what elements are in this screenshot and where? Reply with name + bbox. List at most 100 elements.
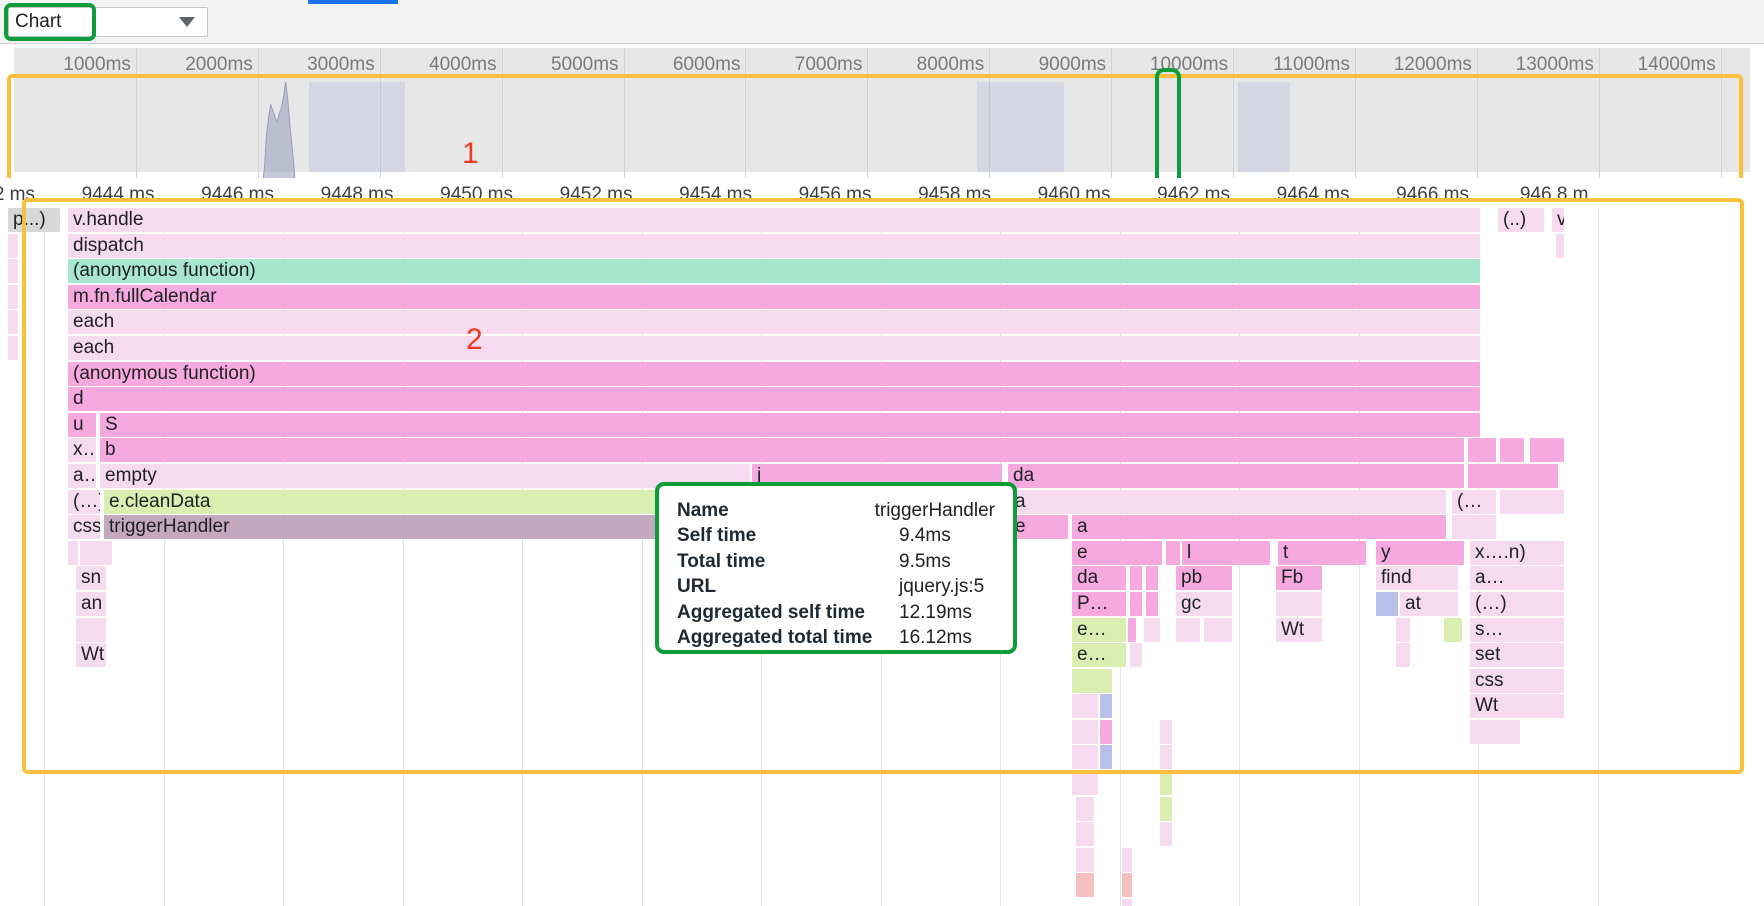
flame-bar[interactable] <box>1176 617 1200 642</box>
flame-bar[interactable] <box>1130 591 1142 616</box>
flame-bar[interactable]: an <box>76 591 106 616</box>
flame-bar[interactable] <box>1204 617 1232 642</box>
flame-bar[interactable]: Fb <box>1276 566 1322 591</box>
flame-bar[interactable] <box>1122 899 1132 906</box>
flame-bar[interactable] <box>1072 668 1112 693</box>
flame-bar[interactable] <box>1146 591 1158 616</box>
flame-bar[interactable]: S <box>100 412 1480 437</box>
flame-bar[interactable] <box>1072 694 1098 719</box>
flame-bar[interactable]: find <box>1376 566 1458 591</box>
flame-bar[interactable] <box>1160 771 1172 796</box>
flame-bar[interactable]: v <box>1552 208 1564 232</box>
flame-bar[interactable] <box>1468 438 1496 463</box>
flame-bar[interactable]: l <box>1182 540 1270 565</box>
flame-bar[interactable]: P… <box>1072 591 1126 616</box>
flame-bar[interactable]: Wt <box>1470 694 1564 719</box>
flame-bar[interactable]: dispatch <box>68 233 1480 258</box>
flame-bar[interactable] <box>80 540 112 565</box>
flame-bar[interactable] <box>8 310 18 335</box>
flame-bar[interactable]: da <box>1072 566 1126 591</box>
flame-bar[interactable] <box>1160 822 1172 847</box>
flame-bar[interactable]: (… <box>1452 489 1496 514</box>
flame-bar[interactable]: css <box>68 515 100 540</box>
flame-bar[interactable]: a… <box>68 463 96 488</box>
flame-bar[interactable] <box>1500 489 1564 514</box>
flame-bar[interactable]: each <box>68 310 1480 335</box>
flame-bar[interactable] <box>1166 540 1180 565</box>
flame-bar[interactable] <box>1100 694 1112 719</box>
flame-bar[interactable] <box>1100 719 1112 744</box>
flame-bar[interactable]: x… <box>68 438 96 463</box>
flame-bar[interactable]: sn <box>76 566 106 591</box>
flame-bar[interactable] <box>1396 643 1410 668</box>
flame-bar[interactable]: pb <box>1176 566 1232 591</box>
flame-bar[interactable] <box>1468 463 1558 488</box>
flame-bar[interactable]: a <box>1010 489 1446 514</box>
flame-bar[interactable]: p...) <box>8 208 60 232</box>
flame-bar[interactable] <box>8 284 18 309</box>
flame-bar[interactable]: e <box>1010 515 1068 540</box>
flame-bar[interactable]: Wt <box>1276 617 1322 642</box>
flame-bar[interactable] <box>1072 771 1098 796</box>
flame-bar[interactable]: each <box>68 335 1480 360</box>
flame-bar[interactable]: t <box>1278 540 1366 565</box>
flame-bar[interactable] <box>1122 873 1132 898</box>
chevron-down-icon[interactable] <box>179 17 195 27</box>
flame-bar[interactable]: (…) <box>1470 591 1564 616</box>
flame-bar[interactable] <box>1160 796 1172 821</box>
flame-bar[interactable] <box>8 259 18 284</box>
flame-bar[interactable]: e… <box>1072 643 1126 668</box>
flame-bar[interactable]: y <box>1376 540 1464 565</box>
flame-bar[interactable] <box>1276 591 1322 616</box>
flame-bar[interactable] <box>1160 745 1172 770</box>
flame-bar[interactable] <box>1160 719 1172 744</box>
flame-bar[interactable]: css <box>1470 668 1564 693</box>
flame-bar[interactable]: Wt <box>76 643 106 668</box>
view-mode-select[interactable]: Chart <box>8 7 208 37</box>
flame-bar[interactable] <box>1128 617 1136 642</box>
flame-bar[interactable] <box>76 617 106 642</box>
flame-bar[interactable]: e <box>1072 540 1162 565</box>
flame-bar[interactable] <box>8 335 18 360</box>
flame-bar[interactable]: e… <box>1072 617 1126 642</box>
flame-bar[interactable]: gc <box>1176 591 1232 616</box>
flame-bar[interactable]: d <box>68 387 1480 412</box>
flame-bar[interactable]: u <box>68 412 96 437</box>
flame-bar[interactable] <box>1130 643 1142 668</box>
flame-bar[interactable] <box>68 540 78 565</box>
flame-bar[interactable] <box>1376 591 1398 616</box>
flame-bar[interactable]: (anonymous function) <box>68 361 1480 386</box>
flame-bar[interactable]: at <box>1400 591 1458 616</box>
flame-bar[interactable]: b <box>100 438 1464 463</box>
flame-bar[interactable]: (..) <box>1498 208 1544 232</box>
flame-bar[interactable] <box>1100 745 1112 770</box>
flame-bar[interactable]: triggerHandler <box>104 515 670 540</box>
flame-bar[interactable] <box>8 233 18 258</box>
flame-bar[interactable]: (anonymous function) <box>68 259 1480 284</box>
flame-bar[interactable]: (…) <box>68 489 100 514</box>
flame-bar[interactable] <box>1072 745 1098 770</box>
timeline-overview[interactable]: 1000ms 2000ms 3000ms 4000ms 5000ms 6000ms 7000… <box>0 44 1764 256</box>
flame-bar[interactable] <box>1076 873 1094 898</box>
flame-bar[interactable]: m.fn.fullCalendar <box>68 284 1480 309</box>
flame-bar[interactable] <box>1076 796 1094 821</box>
flame-bar[interactable] <box>1122 847 1132 872</box>
flame-bar[interactable]: set <box>1470 643 1564 668</box>
flame-bar[interactable] <box>1452 515 1496 540</box>
flame-bar[interactable] <box>1076 847 1094 872</box>
flame-bar[interactable] <box>1072 719 1098 744</box>
overview-canvas[interactable]: 1000ms 2000ms 3000ms 4000ms 5000ms 6000ms 7000… <box>14 48 1750 256</box>
flame-bar[interactable]: a <box>1072 515 1446 540</box>
flame-bar[interactable] <box>1130 566 1142 591</box>
flame-bar[interactable]: empty <box>100 463 750 488</box>
flame-bar[interactable]: s… <box>1470 617 1564 642</box>
flame-bar[interactable] <box>1396 617 1410 642</box>
flame-bar[interactable] <box>1444 617 1462 642</box>
flame-bar[interactable] <box>1146 566 1158 591</box>
flame-bar[interactable] <box>1076 822 1094 847</box>
flame-bar[interactable] <box>1144 617 1160 642</box>
flame-bar[interactable]: v.handle <box>68 208 1480 232</box>
flame-bar[interactable]: a… <box>1470 566 1564 591</box>
flame-bar[interactable]: e.cleanData <box>104 489 692 514</box>
flame-bar[interactable] <box>1530 438 1564 463</box>
